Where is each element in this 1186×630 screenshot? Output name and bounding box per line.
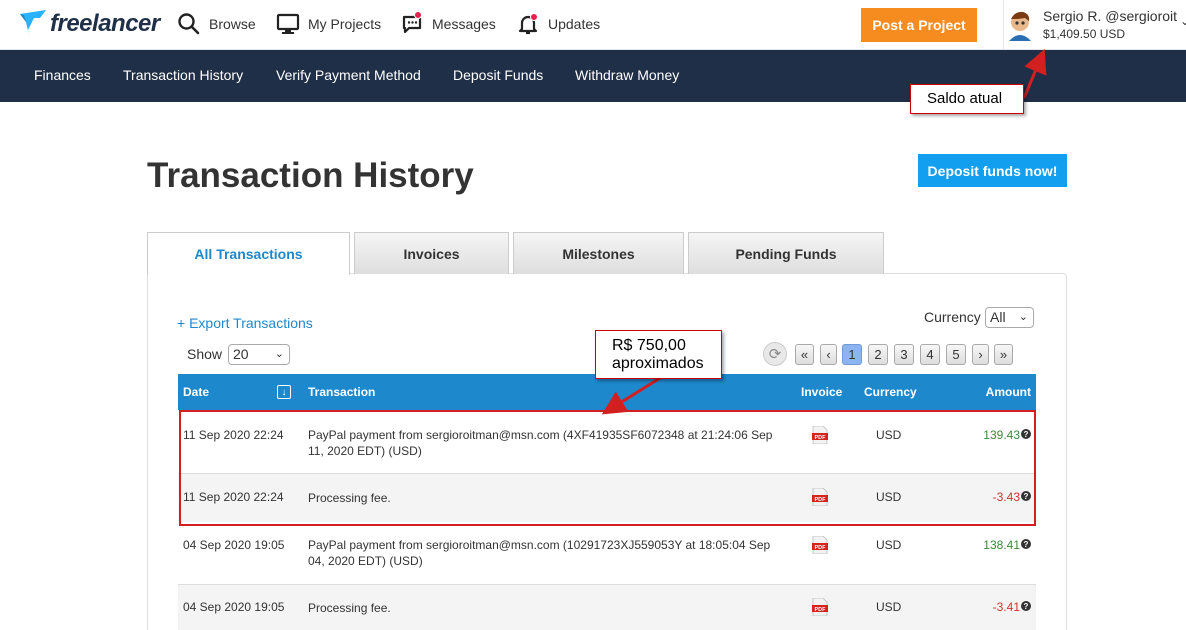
row-transaction: Processing fee. (308, 601, 391, 615)
row-date: 04 Sep 2020 19:05 (183, 538, 285, 552)
page-title: Transaction History (147, 156, 474, 195)
pager-page-1[interactable]: 1 (842, 344, 862, 365)
nav-updates-label: Updates (548, 16, 601, 32)
nav-my-projects[interactable]: My Projects (276, 12, 381, 36)
amount-annotation-line2: aproximados (612, 355, 704, 372)
chevron-down-icon: ⌄ (274, 348, 284, 360)
col-amount: Amount (985, 385, 1031, 399)
col-date[interactable]: Date (183, 385, 209, 399)
pager-prev[interactable]: ‹ (820, 344, 837, 365)
subnav-transaction-history[interactable]: Transaction History (123, 67, 243, 83)
show-count-select[interactable]: 20 ⌄ (228, 344, 290, 365)
nav-browse[interactable]: Browse (177, 12, 256, 36)
pdf-icon[interactable]: PDF (812, 597, 828, 617)
bell-icon (516, 12, 540, 36)
subnav-withdraw-money[interactable]: Withdraw Money (575, 67, 679, 83)
freelancer-logo[interactable]: freelancer (18, 8, 160, 40)
col-currency: Currency (864, 385, 917, 399)
row-date: 04 Sep 2020 19:05 (183, 600, 285, 614)
pager-page-4[interactable]: 4 (920, 344, 940, 365)
user-name: Sergio R. @sergioroit (1043, 8, 1178, 24)
amount-annotation: R$ 750,00 aproximados (595, 330, 722, 379)
pager-first[interactable]: « (795, 344, 814, 365)
table-row: 04 Sep 2020 19:05 Processing fee. PDF US… (178, 585, 1036, 630)
post-project-button[interactable]: Post a Project (861, 8, 977, 42)
freelancer-wordmark: freelancer (50, 10, 160, 37)
pager-page-5[interactable]: 5 (946, 344, 966, 365)
refresh-icon[interactable]: ⟳ (763, 342, 787, 366)
currency-select[interactable]: All ⌄ (985, 307, 1034, 328)
top-navbar: freelancer Browse My Projects Messages U… (0, 0, 1186, 50)
pager-next[interactable]: › (972, 344, 989, 365)
amount-annotation-line1: R$ 750,00 (612, 337, 686, 354)
table-row: 04 Sep 2020 19:05 PayPal payment from se… (178, 522, 1036, 584)
chat-icon (400, 11, 424, 36)
updates-badge (530, 13, 538, 21)
col-invoice: Invoice (801, 385, 843, 399)
saldo-annotation: Saldo atual (910, 84, 1024, 114)
messages-badge (414, 11, 422, 19)
row-currency: USD (876, 538, 902, 552)
avatar (1005, 9, 1035, 41)
tab-pending-funds[interactable]: Pending Funds (688, 232, 884, 274)
currency-value: All (990, 309, 1006, 325)
help-icon[interactable]: ? (1021, 601, 1031, 611)
col-transaction: Transaction (308, 385, 376, 399)
currency-label: Currency (924, 309, 981, 325)
nav-browse-label: Browse (209, 16, 256, 32)
pager-page-2[interactable]: 2 (868, 344, 888, 365)
nav-messages[interactable]: Messages (400, 11, 496, 36)
tab-invoices[interactable]: Invoices (354, 232, 509, 274)
pager-page-3[interactable]: 3 (894, 344, 914, 365)
svg-text:PDF: PDF (815, 607, 827, 613)
subnav-verify-payment-method[interactable]: Verify Payment Method (276, 67, 421, 83)
show-count-value: 20 (233, 346, 249, 362)
show-label: Show (187, 346, 223, 362)
user-menu[interactable]: Sergio R. @sergioroit $1,409.50 USD ⌄ (1003, 0, 1186, 50)
highlight-box (179, 410, 1036, 526)
freelancer-bird-icon (20, 10, 46, 39)
monitor-icon (276, 12, 300, 36)
pager-last[interactable]: » (994, 344, 1013, 365)
sort-down-icon[interactable]: ↓ (277, 385, 291, 399)
tab-all-transactions[interactable]: All Transactions (147, 232, 350, 275)
svg-text:PDF: PDF (815, 545, 827, 551)
help-icon[interactable]: ? (1021, 539, 1031, 549)
chevron-down-icon: ⌄ (1018, 311, 1028, 323)
tab-milestones[interactable]: Milestones (513, 232, 684, 274)
subnav-deposit-funds[interactable]: Deposit Funds (453, 67, 543, 83)
chevron-down-icon: ⌄ (1180, 14, 1186, 28)
nav-my-projects-label: My Projects (308, 16, 382, 32)
user-balance: $1,409.50 USD (1043, 27, 1126, 41)
row-currency: USD (876, 600, 902, 614)
row-amount: 138.41 (983, 538, 1020, 552)
nav-messages-label: Messages (432, 16, 496, 32)
deposit-funds-button[interactable]: Deposit funds now! (918, 154, 1067, 187)
table-header: Date ↓ Transaction Invoice Currency Amou… (178, 374, 1036, 410)
export-transactions-link[interactable]: + Export Transactions (177, 315, 313, 331)
row-amount: -3.41 (992, 600, 1020, 614)
nav-updates[interactable]: Updates (516, 12, 600, 36)
pdf-icon[interactable]: PDF (812, 535, 828, 555)
search-icon (177, 12, 201, 36)
row-transaction: PayPal payment from sergioroitman@msn.co… (308, 538, 771, 568)
subnav-finances[interactable]: Finances (34, 67, 91, 83)
